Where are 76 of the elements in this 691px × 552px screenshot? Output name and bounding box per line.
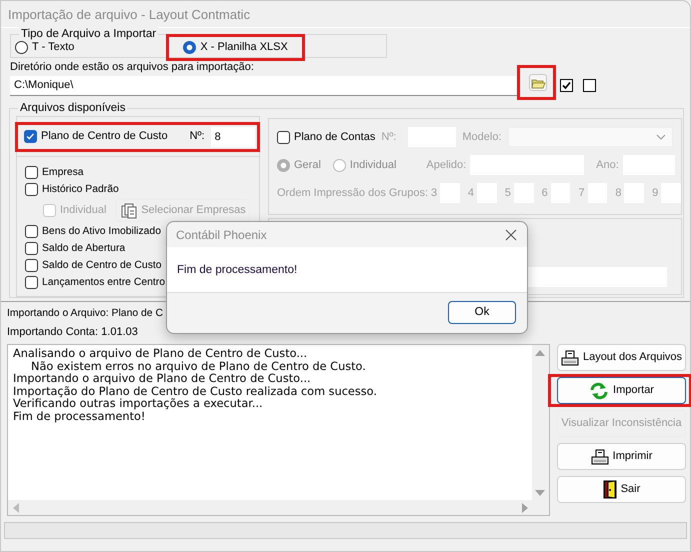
browse-button[interactable]: [529, 74, 547, 91]
checkbox-label: Bens do Ativo Imobilizado: [42, 224, 161, 239]
dialog-title: Contábil Phoenix: [176, 226, 267, 244]
checkbox[interactable]: [25, 225, 38, 238]
group-number: 3: [431, 186, 438, 201]
checkbox-label: Saldo de Centro de Custo: [42, 258, 162, 273]
group-number: 8: [615, 186, 622, 201]
action-button[interactable]: Importar: [557, 377, 686, 404]
checkbox[interactable]: [25, 183, 38, 196]
checkbox-label: Lançamentos entre Centro: [42, 276, 166, 290]
log-line: Verificando outras importações a executar...: [13, 398, 264, 411]
log-line: Não existem erros no arquivo de Plano de Centro de Custo.: [30, 360, 367, 373]
chevron-down-icon: [656, 134, 666, 140]
field-label: Diretório onde estão os arquivos para importação:: [10, 61, 255, 74]
model-dropdown[interactable]: [508, 127, 673, 147]
checkbox-label: Histórico Padrão: [42, 182, 119, 197]
radio-button[interactable]: [15, 41, 28, 54]
group-label: Tipo de Arquivo a Importar: [19, 27, 158, 41]
checkbox-label: Saldo de Abertura: [42, 242, 126, 256]
field-label: Nº:: [190, 129, 205, 144]
checkbox-label: Plano de Contas: [294, 130, 376, 145]
field-label: Modelo:: [462, 130, 502, 145]
path-field[interactable]: C:\Monique\: [10, 76, 517, 96]
radio-button[interactable]: [277, 158, 290, 172]
printer-icon: [560, 350, 579, 366]
group-number: 7: [578, 186, 585, 201]
status-text: Importando Conta: 1.01.03: [7, 325, 138, 340]
radio-label: Geral: [294, 158, 321, 173]
scroll-up-icon: [535, 349, 545, 356]
log-line: Importando o arquivo de Plano de Centro de Custo...: [13, 373, 312, 386]
radio-button[interactable]: [332, 158, 346, 172]
field-value: C:\Monique\: [14, 78, 74, 93]
refresh-icon: [589, 382, 610, 400]
log-line: Fim de processamento!: [13, 410, 146, 424]
door-icon: [602, 480, 617, 499]
radio-label: T - Texto: [32, 40, 74, 56]
ok-button[interactable]: Ok: [448, 301, 516, 324]
radio-button[interactable]: [183, 41, 196, 54]
status-text: Importando o Arquivo: Plano de C: [7, 307, 163, 321]
scroll-down-icon: [535, 489, 545, 496]
checkbox[interactable]: [24, 130, 37, 143]
printer-icon: [590, 448, 609, 464]
folder-icon: [530, 76, 546, 88]
scroll-right-icon: [522, 503, 528, 514]
radio-label: X - Planilha XLSX: [200, 40, 288, 56]
checkbox-label: Empresa: [42, 166, 84, 180]
scroll-left-icon: [13, 503, 19, 514]
checkbox[interactable]: [25, 242, 38, 255]
group-number: 4: [468, 186, 474, 201]
checkbox-label: Plano de Centro de Custo: [41, 129, 168, 144]
group-order-field[interactable]: [661, 183, 682, 203]
close-icon[interactable]: [505, 228, 517, 240]
group-label: Arquivos disponíveis: [18, 101, 128, 115]
action-button[interactable]: Layout dos Arquivos: [557, 344, 686, 371]
checkbox[interactable]: [560, 79, 573, 92]
checkbox[interactable]: [25, 259, 38, 272]
checkbox[interactable]: [277, 130, 290, 144]
checkbox[interactable]: [25, 166, 38, 179]
log-line: Importação do Plano de Centro de Custo realizada com sucesso.: [13, 386, 378, 398]
group-number: 6: [542, 186, 548, 201]
group-number: 9: [652, 186, 658, 201]
field-label: Apelido:: [426, 158, 466, 173]
field-label: Nº:: [381, 130, 396, 145]
checkbox[interactable]: [25, 276, 38, 289]
dialog-message: Fim de processamento!: [177, 264, 298, 276]
group-number: 5: [504, 186, 511, 201]
field-label: Ordem Impressão dos Grupos:: [277, 186, 428, 201]
log-line: Analisando o arquivo de Plano de Centro de Custo...: [13, 348, 308, 361]
action-button[interactable]: Sair: [557, 476, 686, 503]
checkbox-label: Individual: [60, 203, 106, 218]
checkbox[interactable]: [583, 79, 596, 92]
number-field[interactable]: 8: [210, 126, 255, 146]
field-label: Ano:: [596, 158, 619, 173]
documents-icon: [121, 202, 138, 218]
radio-label: Individual: [350, 158, 396, 173]
action-button[interactable]: Imprimir: [557, 443, 686, 470]
